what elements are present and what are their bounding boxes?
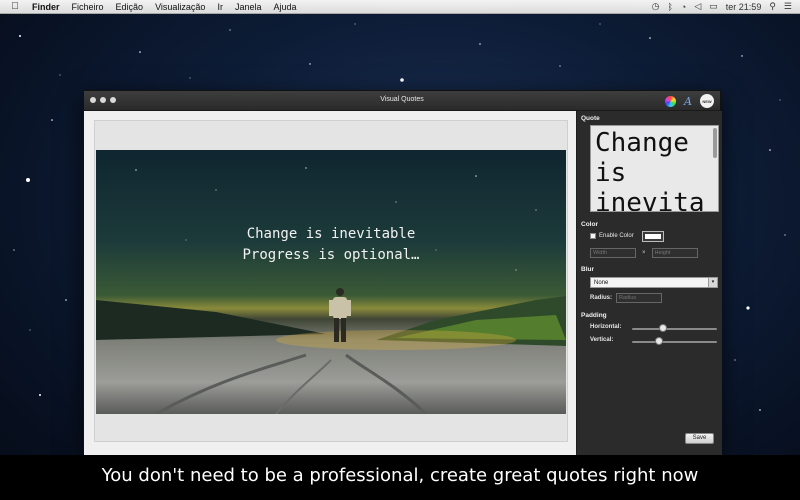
- radius-label: Radius:: [590, 295, 613, 301]
- font-icon[interactable]: A: [684, 96, 692, 107]
- promo-caption: You don't need to be a professional, cre…: [0, 455, 800, 500]
- quote-image: Change is inevitable Progress is optiona…: [96, 150, 566, 414]
- save-button[interactable]: Save: [685, 433, 714, 444]
- menu-bar:  Finder Ficheiro Edição Visualização Ir…: [0, 0, 800, 14]
- color-section-title: Color: [581, 221, 598, 228]
- menu-ajuda[interactable]: Ajuda: [267, 2, 302, 12]
- menu-edicao[interactable]: Edição: [110, 2, 150, 12]
- blur-select-value: None: [594, 280, 609, 286]
- new-badge-icon[interactable]: NEW: [700, 94, 714, 108]
- radius-row: Radius:: [590, 293, 663, 303]
- quote-overlay-text: Change is inevitable Progress is optiona…: [242, 226, 420, 263]
- toolbar-icons: A NEW: [665, 94, 714, 108]
- width-field[interactable]: [590, 248, 636, 258]
- vertical-slider-knob[interactable]: [655, 337, 664, 345]
- time-machine-icon[interactable]: ◷: [652, 1, 660, 12]
- menu-visualizacao[interactable]: Visualização: [149, 2, 211, 12]
- chevron-down-icon: ▾: [708, 278, 717, 287]
- enable-color-row: Enable Color: [590, 233, 634, 239]
- color-well-row: [642, 231, 664, 242]
- blur-section-title: Blur: [581, 266, 594, 273]
- quote-scrollbar[interactable]: [713, 128, 717, 158]
- quote-section-title: Quote: [581, 115, 600, 122]
- volume-icon[interactable]: ◁: [694, 1, 701, 12]
- horizontal-slider-track[interactable]: [632, 328, 717, 330]
- vertical-slider-track[interactable]: [632, 341, 717, 343]
- canvas-area: Change is inevitable Progress is optiona…: [84, 111, 576, 455]
- vertical-label: Vertical:: [590, 337, 614, 343]
- menu-finder[interactable]: Finder: [22, 2, 66, 12]
- status-area: ◷ ᛒ ◔ ◁ ▭ ter 21:59 ⚲ ☰: [652, 1, 800, 12]
- menu-janela[interactable]: Janela: [229, 2, 268, 12]
- quote-textarea-text: Change is inevitable: [595, 128, 705, 212]
- visual-quotes-window: Visual Quotes A NEW Change is inevitable…: [83, 90, 722, 455]
- battery-icon[interactable]: ▭: [709, 1, 718, 12]
- window-title: Visual Quotes: [380, 96, 424, 103]
- canvas: Change is inevitable Progress is optiona…: [94, 120, 568, 442]
- color-well[interactable]: [642, 231, 664, 242]
- bluetooth-icon[interactable]: ᛒ: [668, 2, 673, 12]
- menu-ir[interactable]: Ir: [211, 2, 229, 12]
- enable-color-label: Enable Color: [599, 233, 634, 239]
- apple-menu-icon[interactable]: : [8, 1, 22, 12]
- vertical-label-row: Vertical:: [590, 337, 613, 343]
- title-bar: Visual Quotes A NEW: [84, 91, 720, 111]
- landscape-illustration: [96, 167, 566, 414]
- search-icon[interactable]: ⚲: [769, 1, 776, 12]
- size-row: ×: [590, 248, 698, 258]
- notification-center-icon[interactable]: ☰: [784, 1, 792, 12]
- horizontal-slider-knob[interactable]: [658, 324, 667, 332]
- inspector-panel: Quote Change is inevitable Color Enable …: [576, 111, 722, 455]
- horizontal-label: Horizontal:: [590, 324, 622, 330]
- horizontal-label-row: Horizontal:: [590, 324, 621, 330]
- times-symbol: ×: [642, 250, 646, 256]
- height-field[interactable]: [651, 248, 698, 258]
- clock[interactable]: ter 21:59: [726, 2, 762, 12]
- menu-ficheiro[interactable]: Ficheiro: [66, 2, 110, 12]
- padding-section-title: Padding: [581, 312, 607, 319]
- quote-textarea[interactable]: Change is inevitable: [590, 125, 719, 212]
- color-wheel-icon[interactable]: [665, 95, 677, 107]
- enable-color-checkbox[interactable]: [590, 233, 596, 239]
- radius-field[interactable]: [616, 293, 663, 303]
- wifi-icon[interactable]: ◔: [681, 2, 686, 12]
- blur-select[interactable]: None ▾: [590, 277, 718, 288]
